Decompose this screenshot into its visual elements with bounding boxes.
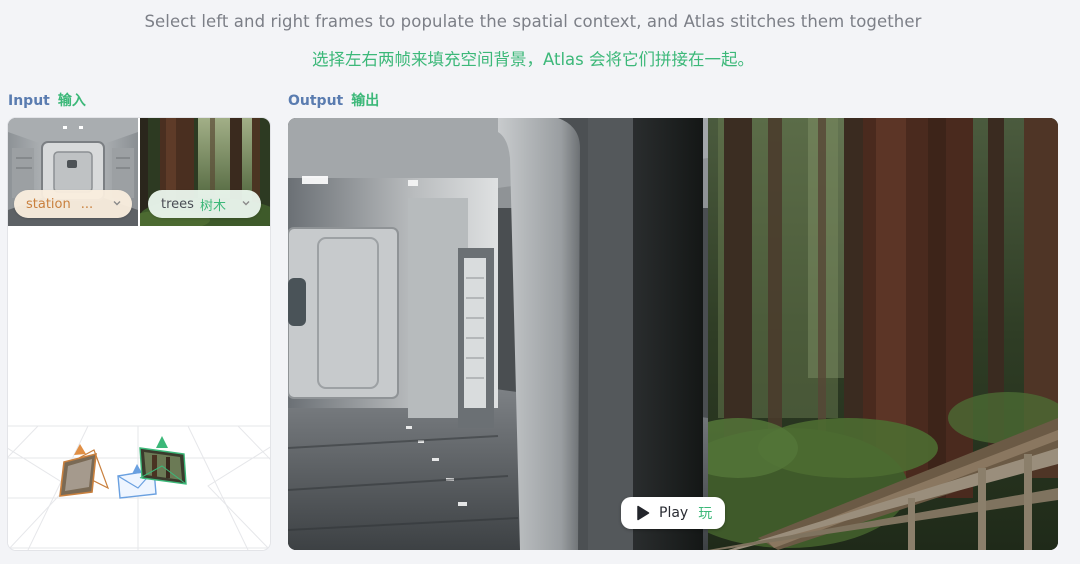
chevron-down-icon [242,201,250,206]
play-icon [637,505,650,521]
chevron-down-icon [113,201,121,206]
left-frame-ellipsis: ... [80,196,94,212]
output-label-en: Output [288,93,344,109]
input-label-en: Input [8,93,50,109]
camera-scene-3d[interactable] [8,226,270,550]
right-frame-value: trees [161,196,194,212]
play-label: Play [659,505,689,521]
play-button[interactable]: Play 玩 [621,497,725,529]
subtitle-chinese: 选择左右两帧来填充空间背景，Atlas 会将它们拼接在一起。 [311,50,754,69]
subtitle-english: Select left and right frames to populate… [144,12,922,31]
left-frame-value: station [26,196,71,212]
input-label-zh: 输入 [57,93,86,109]
right-frame-select[interactable]: trees 树木 [148,190,261,218]
output-label-zh: 输出 [351,93,380,109]
right-frame-value-zh: 树木 [199,198,226,214]
output-section-label: Output 输出 [288,90,379,110]
output-stitched-image [288,118,1058,550]
input-section-label: Input 输入 [8,90,86,110]
input-panel: station ... trees 树木 [8,118,270,550]
left-frame-select[interactable]: station ... [14,190,132,218]
play-label-zh: 玩 [698,506,713,522]
output-panel: Play 玩 [288,118,1058,550]
